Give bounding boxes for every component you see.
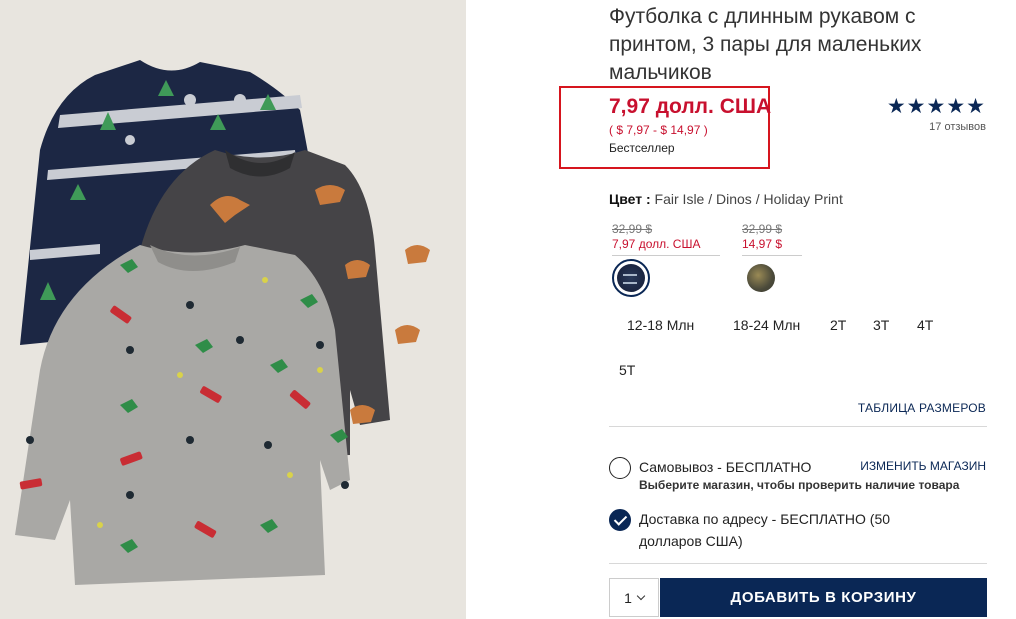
change-store-link[interactable]: ИЗМЕНИТЬ МАГАЗИН bbox=[860, 459, 986, 473]
swatch-new-price: 14,97 $ bbox=[742, 237, 783, 251]
quantity-select[interactable]: 1 bbox=[609, 578, 659, 617]
swatch-old-price: 32,99 $ bbox=[742, 222, 783, 236]
color-swatch-dinos[interactable] bbox=[742, 259, 780, 297]
color-label: Цвет : bbox=[609, 191, 651, 207]
pickup-label: Самовывоз - БЕСПЛАТНО bbox=[639, 459, 812, 475]
color-swatch-fair-isle[interactable] bbox=[612, 259, 650, 297]
size-option-18-24m[interactable]: 18-24 Млн bbox=[733, 317, 800, 333]
swatch-new-price: 7,97 долл. США bbox=[612, 237, 701, 251]
swatch-price-1: 32,99 $ 7,97 долл. США bbox=[612, 222, 720, 256]
swatch-image bbox=[747, 264, 775, 292]
size-option-2t[interactable]: 2T bbox=[830, 317, 846, 333]
delivery-label: Доставка по адресу - БЕСПЛАТНО (50 долла… bbox=[639, 511, 891, 549]
size-chart-link[interactable]: ТАБЛИЦА РАЗМЕРОВ bbox=[858, 401, 986, 415]
product-price: 7,97 долл. США bbox=[609, 95, 772, 118]
product-image bbox=[0, 0, 466, 619]
size-option-5t[interactable]: 5T bbox=[619, 362, 635, 378]
price-range: ( $ 7,97 - $ 14,97 ) bbox=[609, 123, 708, 137]
color-value: Fair Isle / Dinos / Holiday Print bbox=[650, 191, 843, 207]
pickup-note: Выберите магазин, чтобы проверить наличи… bbox=[639, 478, 960, 492]
size-option-3t[interactable]: 3T bbox=[873, 317, 889, 333]
product-title: Футболка с длинным рукавом с принтом, 3 … bbox=[609, 5, 922, 84]
swatch-old-price: 32,99 $ bbox=[612, 222, 653, 236]
size-option-12-18m[interactable]: 12-18 Млн bbox=[627, 317, 694, 333]
quantity-value: 1 bbox=[624, 589, 632, 606]
divider bbox=[609, 426, 987, 427]
delivery-radio[interactable] bbox=[609, 509, 631, 531]
rating-stars-icon[interactable]: ★★★★★ bbox=[887, 94, 986, 119]
pickup-radio[interactable] bbox=[609, 457, 631, 479]
chevron-down-icon bbox=[636, 591, 646, 601]
swatch-price-2: 32,99 $ 14,97 $ bbox=[742, 222, 802, 256]
color-selector-label: Цвет : Fair Isle / Dinos / Holiday Print bbox=[609, 191, 843, 207]
bestseller-badge: Бестселлер bbox=[609, 141, 675, 155]
reviews-count[interactable]: 17 отзывов bbox=[929, 121, 986, 133]
divider bbox=[609, 563, 987, 564]
swatch-image bbox=[617, 264, 645, 292]
size-option-4t[interactable]: 4T bbox=[917, 317, 933, 333]
add-to-cart-button[interactable]: ДОБАВИТЬ В КОРЗИНУ bbox=[660, 578, 987, 617]
